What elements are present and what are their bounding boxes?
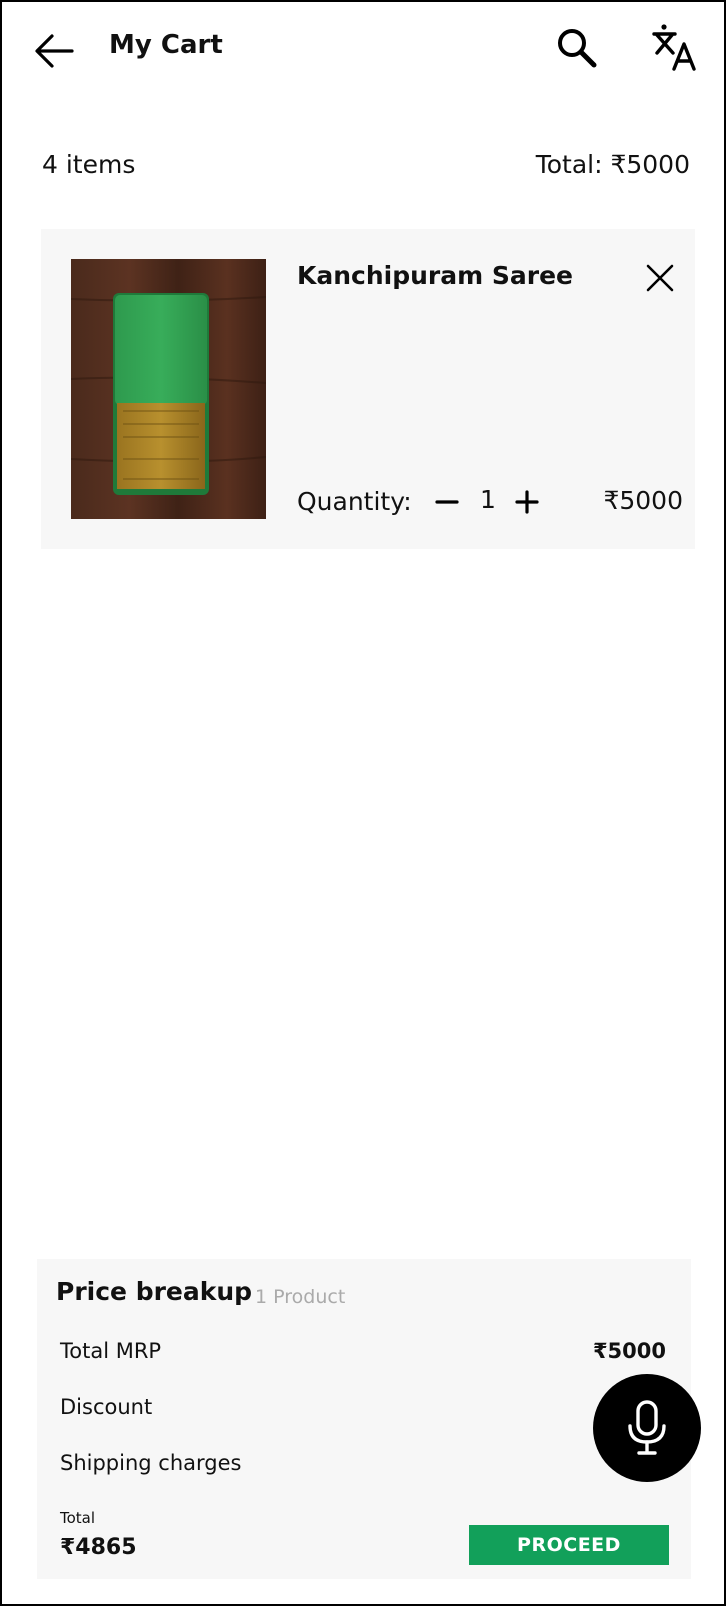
- item-price: ₹5000: [603, 486, 683, 515]
- back-button[interactable]: [32, 28, 78, 74]
- price-breakup-subtitle: 1 Product: [255, 1286, 346, 1308]
- shipping-charges-label: Shipping charges: [60, 1451, 242, 1475]
- arrow-left-icon: [35, 34, 74, 68]
- microphone-icon: [628, 1400, 666, 1455]
- quantity-increase-button[interactable]: [513, 481, 541, 521]
- cart-total: Total: ₹5000: [535, 150, 690, 179]
- cart-item-card: Kanchipuram Saree Quantity: 1 ₹5000: [41, 229, 695, 549]
- total-caption: Total: [60, 1509, 96, 1527]
- price-breakup-title: Price breakup: [56, 1277, 253, 1306]
- voice-input-button[interactable]: [593, 1374, 701, 1482]
- total-mrp-label: Total MRP: [60, 1339, 162, 1363]
- quantity-value: 1: [480, 485, 496, 514]
- product-image[interactable]: [70, 259, 267, 519]
- quantity-label: Quantity:: [297, 487, 412, 516]
- proceed-button[interactable]: PROCEED: [469, 1525, 669, 1565]
- total-amount: ₹4865: [60, 1535, 137, 1560]
- close-icon: [646, 264, 674, 292]
- translate-button[interactable]: [650, 22, 702, 74]
- search-icon: [558, 29, 597, 68]
- remove-item-button[interactable]: [644, 262, 676, 294]
- total-mrp-value: ₹5000: [592, 1339, 666, 1363]
- search-button[interactable]: [555, 26, 599, 70]
- quantity-decrease-button[interactable]: [433, 481, 461, 521]
- minus-icon: [435, 500, 459, 504]
- translate-icon: [652, 24, 696, 71]
- discount-label: Discount: [60, 1395, 153, 1419]
- items-count: 4 items: [42, 150, 136, 179]
- plus-icon: [515, 490, 539, 514]
- page-title: My Cart: [109, 30, 223, 60]
- app-screen: My Cart 4 items Total: ₹5000 Kanchipuram…: [0, 0, 726, 1606]
- product-name[interactable]: Kanchipuram Saree: [297, 261, 573, 290]
